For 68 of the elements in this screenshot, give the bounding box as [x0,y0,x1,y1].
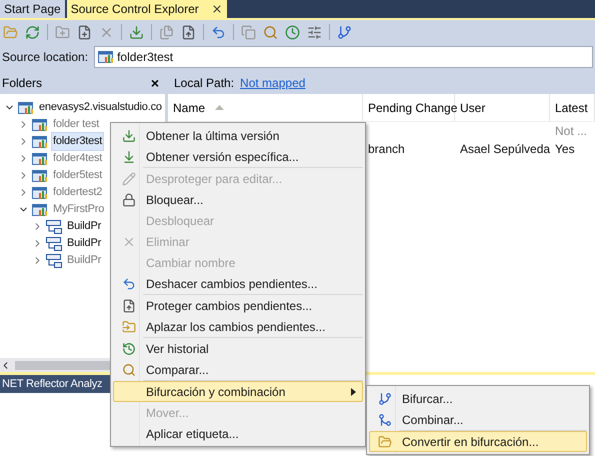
team-project-icon [32,186,48,200]
menu-item[interactable]: Comparar... [113,359,363,380]
tree-item[interactable]: folder5test [51,166,104,185]
menu-item[interactable]: Obtener la última versión [113,125,363,146]
branch-icon[interactable] [337,24,352,40]
download-icon [122,150,136,164]
team-project-icon [32,202,48,216]
table-cell-text: Asael Sepúlveda [460,141,550,158]
settings-icon[interactable] [307,24,322,40]
merge-icon [378,412,392,426]
table-cell-text: Yes [555,141,575,158]
document-tab[interactable]: Start Page [0,0,65,18]
team-project-icon [32,168,48,182]
local-path-label: Local Path: [174,75,234,92]
column-header[interactable]: User [460,98,486,116]
undo-icon[interactable] [211,24,226,40]
download-icon[interactable] [129,24,144,40]
menu-item[interactable]: Obtener versión específica... [113,146,363,167]
menu-item[interactable]: Combinar... [369,409,587,430]
panel-title: Folders [2,75,42,92]
column-header[interactable]: Pending Change [368,98,458,116]
table-cell-text: branch [368,141,405,158]
tree-item[interactable]: foldertest2 [51,183,104,202]
tree-item[interactable]: MyFirstPro [51,200,106,219]
source-location-field[interactable]: folder3test [94,46,593,68]
tree-item[interactable]: enevasys2.visualstudio.co [37,98,164,117]
pencil-icon [122,172,136,186]
refresh-icon[interactable] [25,24,40,40]
team-project-icon [32,134,48,148]
tree-item[interactable]: BuildPr [65,234,104,253]
undo-icon [122,276,136,290]
menu-item[interactable]: Ver historial [113,338,363,359]
column-header[interactable]: Name [173,98,206,116]
menu-item[interactable]: Bloquear... [113,189,363,210]
close-button[interactable]: × [150,72,159,94]
tool-window-title: NET Reflector Analyz [2,376,102,392]
submenu-arrow-icon [351,388,356,396]
close-icon[interactable] [210,3,223,15]
lock-icon [122,192,136,206]
history-icon [122,342,136,356]
tree-item[interactable]: folder3test [51,132,104,151]
menu-item[interactable]: Bifurcar... [369,388,587,409]
branch-folder-icon [46,220,62,234]
sort-ascending-icon [215,105,224,110]
tree-item[interactable]: folder test [51,115,102,134]
menu-item[interactable]: Proteger cambios pendientes... [113,295,363,316]
folder-icon [122,320,136,334]
menu-item[interactable]: Aplazar los cambios pendientes... [113,316,363,337]
source-location-label: Source location: [2,49,88,66]
tree-item[interactable]: BuildPr [65,217,104,236]
team-project-icon [32,118,48,132]
document-tab[interactable]: Source Control Explorer [66,0,227,18]
column-header[interactable]: Latest [555,98,588,116]
menu-item[interactable]: Convertir en bifurcación... [369,431,587,452]
file-plus-icon[interactable] [77,24,92,40]
team-project-icon [98,50,114,64]
branch-icon [378,392,392,406]
branch-folder-icon [46,254,62,268]
team-project-icon [32,152,48,166]
tree-item[interactable]: folder4test [51,149,104,168]
menu-item[interactable]: Deshacer cambios pendientes... [113,273,363,294]
table-cell-text: Not ... [555,123,588,140]
branch-folder-icon [46,236,62,250]
tree-item[interactable]: BuildPr [65,251,104,270]
not-mapped-link[interactable]: Not mapped [240,74,306,92]
history-icon[interactable] [285,24,300,40]
menu-item[interactable]: Bifurcación y combinación [113,381,363,402]
menu-item[interactable]: Aplicar etiqueta... [113,423,363,444]
